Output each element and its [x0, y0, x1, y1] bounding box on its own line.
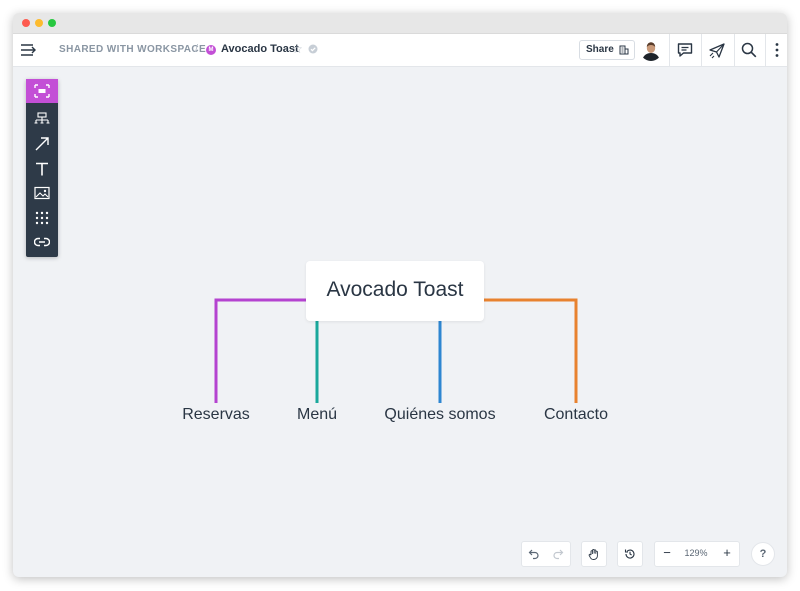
avatar-image: [640, 39, 662, 61]
share-button-label: Share: [586, 44, 614, 55]
help-button[interactable]: ?: [751, 542, 775, 566]
mindmap-connectors: [214, 298, 578, 403]
header-divider: [701, 34, 702, 66]
branch-topic-menu[interactable]: Menú: [297, 406, 337, 424]
undo-button[interactable]: [522, 542, 546, 566]
zoom-controls: − 129% +: [654, 541, 740, 567]
app-window: SHARED WITH WORKSPACE / M Avocado Toast …: [13, 13, 787, 577]
branch-connector-contacto: [483, 298, 578, 403]
maximize-window-button[interactable]: [48, 19, 56, 27]
zoom-level[interactable]: 129%: [679, 548, 713, 558]
close-window-button[interactable]: [22, 19, 30, 27]
redo-icon: [553, 549, 564, 560]
history-button[interactable]: [618, 542, 642, 566]
breadcrumb-workspace[interactable]: SHARED WITH WORKSPACE: [59, 44, 206, 55]
undo-icon: [528, 549, 539, 560]
star-icon[interactable]: ☆: [292, 42, 303, 56]
mindmap-canvas[interactable]: Avocado Toast Reservas Menú Quiénes somo…: [13, 67, 787, 577]
zoom-out-button[interactable]: −: [655, 542, 679, 566]
branch-topic-reservas[interactable]: Reservas: [182, 406, 250, 424]
hand-icon: [588, 548, 598, 560]
minimize-window-button[interactable]: [35, 19, 43, 27]
branch-connector-reservas: [214, 298, 307, 403]
history-icon: [624, 549, 635, 559]
paper-plane-icon[interactable]: [708, 41, 726, 59]
avatar[interactable]: [640, 39, 662, 61]
redo-button[interactable]: [546, 542, 570, 566]
app-header: SHARED WITH WORKSPACE / M Avocado Toast …: [13, 34, 787, 67]
title-bar: [13, 13, 787, 34]
central-topic-label: Avocado Toast: [326, 278, 464, 301]
pan-tool-group: [581, 541, 607, 567]
header-divider: [669, 34, 670, 66]
document-title[interactable]: Avocado Toast: [221, 43, 299, 55]
undo-redo-group: [521, 541, 571, 567]
document-badge: M: [206, 45, 216, 55]
history-group: [617, 541, 643, 567]
more-vertical-icon[interactable]: [768, 41, 786, 59]
central-topic[interactable]: Avocado Toast: [306, 261, 484, 321]
comment-icon[interactable]: [676, 41, 694, 59]
breadcrumb-separator: /: [195, 43, 199, 55]
check-circle-icon: [308, 44, 318, 54]
zoom-in-button[interactable]: +: [715, 542, 739, 566]
header-divider: [734, 34, 735, 66]
menu-toggle-icon[interactable]: [19, 42, 37, 58]
building-icon: [619, 45, 629, 55]
search-icon[interactable]: [740, 41, 758, 59]
header-divider: [765, 34, 766, 66]
share-button[interactable]: Share: [579, 40, 635, 60]
branch-topic-quienes-somos[interactable]: Quiénes somos: [384, 406, 495, 424]
branch-topic-contacto[interactable]: Contacto: [544, 406, 608, 424]
pan-button[interactable]: [582, 542, 606, 566]
